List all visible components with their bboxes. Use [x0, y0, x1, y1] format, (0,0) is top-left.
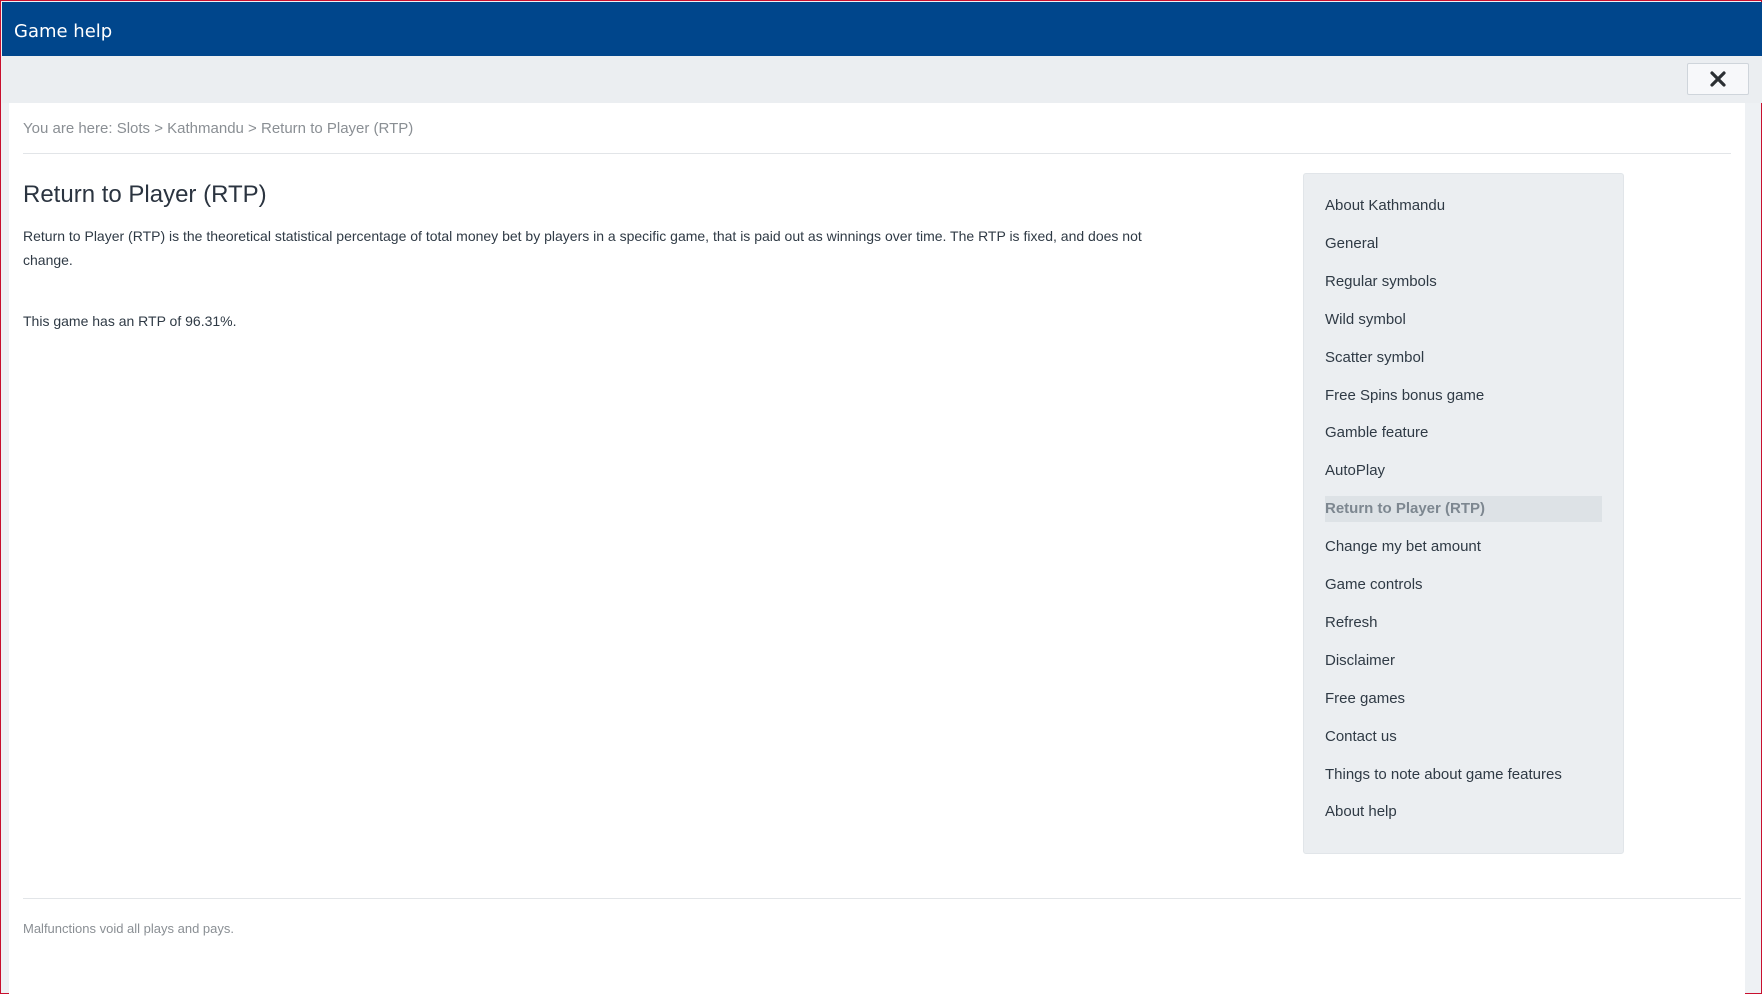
rtp-description: Return to Player (RTP) is the theoretica…: [23, 228, 1142, 268]
nav-item-general[interactable]: General: [1325, 231, 1602, 257]
toolbar: [2, 56, 1762, 103]
nav-item-return-to-player-rtp[interactable]: Return to Player (RTP): [1325, 496, 1602, 523]
nav-item-wild-symbol[interactable]: Wild symbol: [1325, 307, 1602, 333]
footer-divider: [23, 898, 1741, 899]
breadcrumb-item-current: Return to Player (RTP): [261, 120, 414, 137]
nav-item-disclaimer[interactable]: Disclaimer: [1325, 648, 1602, 674]
breadcrumb-divider: [23, 153, 1731, 154]
nav-item-regular-symbols[interactable]: Regular symbols: [1325, 269, 1602, 295]
close-icon: [1710, 71, 1726, 87]
breadcrumb-item-kathmandu[interactable]: Kathmandu: [167, 120, 244, 137]
nav-item-autoplay[interactable]: AutoPlay: [1325, 458, 1602, 484]
nav-item-free-spins-bonus-game[interactable]: Free Spins bonus game: [1325, 383, 1602, 409]
title-bar: Game help: [2, 2, 1762, 56]
nav-item-things-to-note-about-game-features[interactable]: Things to note about game features: [1325, 762, 1602, 788]
breadcrumb-item-slots[interactable]: Slots: [117, 120, 150, 137]
breadcrumb-prefix: You are here:: [23, 120, 117, 137]
help-topics-nav: About Kathmandu General Regular symbols Wil…: [1303, 173, 1624, 854]
breadcrumb-separator: >: [243, 120, 261, 137]
nav-item-scatter-symbol[interactable]: Scatter symbol: [1325, 345, 1602, 371]
window-title: Game help: [14, 21, 113, 42]
breadcrumb: You are here: Slots > Kathmandu > Return…: [23, 120, 413, 137]
nav-item-gamble-feature[interactable]: Gamble feature: [1325, 420, 1602, 446]
footer-note: Malfunctions void all plays and pays.: [23, 921, 235, 936]
page-title: Return to Player (RTP): [23, 181, 267, 208]
nav-item-game-controls[interactable]: Game controls: [1325, 572, 1602, 598]
rtp-value-text: This game has an RTP of 96.31%.: [23, 313, 237, 329]
nav-item-contact-us[interactable]: Contact us: [1325, 724, 1602, 750]
nav-item-about-kathmandu[interactable]: About Kathmandu: [1325, 193, 1602, 219]
game-help-window: Game help You are here: Slots > Kathmand…: [0, 0, 1762, 994]
nav-item-free-games[interactable]: Free games: [1325, 686, 1602, 712]
breadcrumb-separator: >: [150, 120, 168, 137]
nav-item-about-help[interactable]: About help: [1325, 799, 1602, 825]
nav-item-change-my-bet-amount[interactable]: Change my bet amount: [1325, 534, 1602, 560]
help-content: You are here: Slots > Kathmandu > Return…: [9, 103, 1745, 994]
close-button[interactable]: [1687, 63, 1749, 95]
nav-item-refresh[interactable]: Refresh: [1325, 610, 1602, 636]
